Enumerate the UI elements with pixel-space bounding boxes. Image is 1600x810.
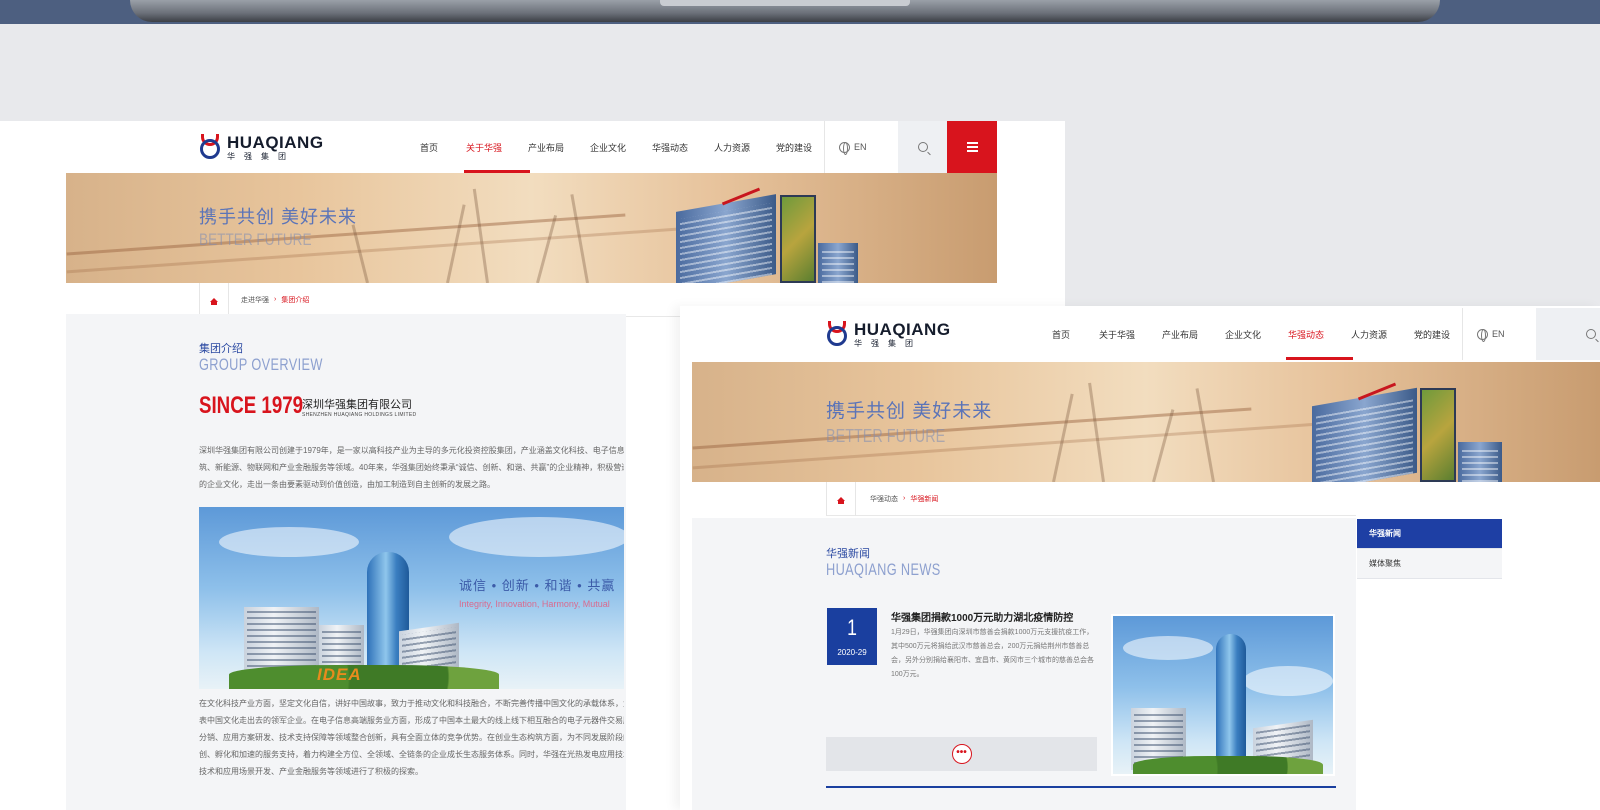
- nav-about[interactable]: 关于华强: [464, 121, 530, 173]
- breadcrumb-current: 华强新闻: [910, 495, 939, 503]
- logo-mark-icon: [826, 321, 848, 347]
- company-name-en: SHENZHEN HUAQIANG HOLDINGS LIMITED: [302, 412, 417, 418]
- nav-party[interactable]: 党的建设: [776, 121, 824, 173]
- logo-text-en: HUAQIANG: [227, 132, 324, 152]
- home-icon[interactable]: [826, 481, 856, 516]
- language-switch[interactable]: EN: [1462, 308, 1536, 360]
- divider: [826, 786, 1336, 788]
- intro-paragraph: 深圳华强集团有限公司创建于1979年，是一家以高科技产业为主导的多元化投资控股集…: [199, 442, 624, 493]
- news-date-day: 1: [847, 615, 857, 640]
- news-thumbnail[interactable]: [1111, 614, 1335, 776]
- intro-line: 的企业文化，走出一条由要素驱动到价值创造，由加工制造到自主创新的发展之路。: [199, 480, 495, 489]
- photo-slogan-en: Integrity, Innovation, Harmony, Mutual: [459, 599, 610, 609]
- logo[interactable]: HUAQIANG 华强集团: [826, 321, 951, 348]
- language-switch[interactable]: EN: [824, 121, 898, 173]
- section-title-cn: 华强新闻: [826, 548, 870, 560]
- site-header: HUAQIANG 华强集团: [199, 121, 324, 173]
- more-bar: •••: [826, 737, 1097, 771]
- since-year: SINCE 1979: [199, 392, 304, 419]
- nav-culture[interactable]: 企业文化: [590, 121, 652, 173]
- news-title[interactable]: 华强集团捐款1000万元助力湖北疫情防控: [891, 609, 1073, 624]
- more-button[interactable]: •••: [951, 744, 972, 764]
- company-name-cn: 深圳华强集团有限公司: [302, 399, 412, 411]
- banner-slogan-en: BETTER FUTURE: [199, 230, 312, 249]
- news-page-screenshot: HUAQIANG 华强集团 首页 关于华强 产业布局 企业文化 华强动态 人力资…: [680, 306, 1600, 810]
- side-menu: 华强新闻 媒体聚焦: [1357, 519, 1502, 579]
- site-header: HUAQIANG 华强集团: [826, 308, 951, 360]
- search-button[interactable]: [898, 121, 947, 173]
- idea-sign: IDEA: [317, 665, 362, 684]
- news-date-year-month: 2020-29: [837, 648, 867, 657]
- headquarters-photo: IDEA 诚信 • 创新 • 和谐 • 共赢 Integrity, Innova…: [199, 507, 624, 689]
- nav-industry[interactable]: 产业布局: [1162, 308, 1225, 360]
- nav-industry[interactable]: 产业布局: [528, 121, 590, 173]
- laptop-frame: [0, 0, 1600, 24]
- home-icon[interactable]: [199, 282, 229, 317]
- body-line: 表中国文化走出去的领军企业。在电子信息高端服务业方面，形成了中国本土最大的线上线…: [199, 716, 624, 725]
- main-nav: 首页 关于华强 产业布局 企业文化 华强动态 人力资源 党的建设: [420, 121, 824, 173]
- hero-banner: 携手共创 美好未来 BETTER FUTURE: [692, 362, 1600, 482]
- logo-text-cn: 华强集团: [854, 338, 922, 348]
- hero-banner: 携手共创 美好未来 BETTER FUTURE: [66, 173, 997, 283]
- section-title-en: GROUP OVERVIEW: [199, 355, 323, 374]
- breadcrumb: 华强动态 › 华强新闻: [826, 481, 1356, 516]
- body-line: 技术和应用场景开发、产业金融服务等领域进行了积极的探索。: [199, 767, 423, 776]
- nav-news[interactable]: 华强动态: [652, 121, 714, 173]
- breadcrumb: 走进华强 › 集团介绍: [199, 282, 720, 317]
- language-label: EN: [854, 142, 867, 152]
- logo-text-en: HUAQIANG: [854, 319, 951, 339]
- breadcrumb-item[interactable]: 华强动态: [870, 494, 898, 504]
- language-label: EN: [1492, 329, 1505, 339]
- main-nav: 首页 关于华强 产业布局 企业文化 华强动态 人力资源 党的建设: [1052, 308, 1462, 360]
- photo-slogan-cn: 诚信 • 创新 • 和谐 • 共赢: [459, 578, 616, 593]
- nav-party[interactable]: 党的建设: [1414, 308, 1462, 360]
- nav-home[interactable]: 首页: [420, 121, 466, 173]
- news-date: 1 2020-29: [827, 608, 877, 665]
- logo-text-cn: 华强集团: [227, 151, 295, 161]
- menu-button[interactable]: [947, 121, 997, 173]
- hamburger-icon: [966, 142, 978, 144]
- nav-news[interactable]: 华强动态: [1286, 308, 1353, 360]
- search-icon: [1586, 329, 1596, 339]
- banner-slogan-en: BETTER FUTURE: [826, 426, 946, 446]
- search-button[interactable]: [1536, 308, 1600, 360]
- body-line: 分销、应用方案研发、技术支持保障等领域整合创新，具有全面立体的竞争优势。在创业生…: [199, 733, 624, 742]
- breadcrumb-item[interactable]: 走进华强: [241, 295, 269, 305]
- nav-hr[interactable]: 人力资源: [714, 121, 776, 173]
- body-paragraph: 在文化科技产业方面，坚定文化自信，讲好中国故事，致力于推动文化和科技融合，不断完…: [199, 695, 624, 780]
- breadcrumb-current: 集团介绍: [281, 296, 310, 304]
- laptop-notch: [660, 0, 910, 6]
- body-line: 创、孵化和加速的服务支持，着力构建全方位、全领域、全链条的企业成长生态服务体系。…: [199, 750, 624, 759]
- globe-icon: [839, 141, 850, 155]
- banner-slogan-cn: 携手共创 美好未来: [199, 207, 358, 227]
- nav-home[interactable]: 首页: [1052, 308, 1099, 360]
- nav-about[interactable]: 关于华强: [1099, 308, 1162, 360]
- search-icon: [917, 142, 928, 152]
- logo-mark-icon: [199, 134, 221, 160]
- logo[interactable]: HUAQIANG 华强集团: [199, 134, 324, 161]
- intro-line: 深圳华强集团有限公司创建于1979年，是一家以高科技产业为主导的多元化投资控股集…: [199, 446, 624, 455]
- news-summary: 1月29日，华强集团向深圳市慈善会捐款1000万元支援抗疫工作，其中500万元将…: [891, 629, 1094, 678]
- banner-slogan-cn: 携手共创 美好未来: [826, 401, 993, 422]
- side-item-huaqiang-news[interactable]: 华强新闻: [1357, 519, 1502, 549]
- globe-icon: [1477, 328, 1488, 342]
- nav-culture[interactable]: 企业文化: [1225, 308, 1288, 360]
- section-title-en: HUAQIANG NEWS: [826, 560, 941, 579]
- intro-line: 筑、新能源、物联网和产业金融服务等领域。40年来，华强集团始终秉承“诚信、创新、…: [199, 463, 624, 472]
- nav-hr[interactable]: 人力资源: [1351, 308, 1414, 360]
- section-title-cn: 集团介绍: [199, 343, 243, 355]
- side-item-media-focus[interactable]: 媒体聚焦: [1357, 549, 1502, 579]
- body-line: 在文化科技产业方面，坚定文化自信，讲好中国故事，致力于推动文化和科技融合，不断完…: [199, 699, 624, 708]
